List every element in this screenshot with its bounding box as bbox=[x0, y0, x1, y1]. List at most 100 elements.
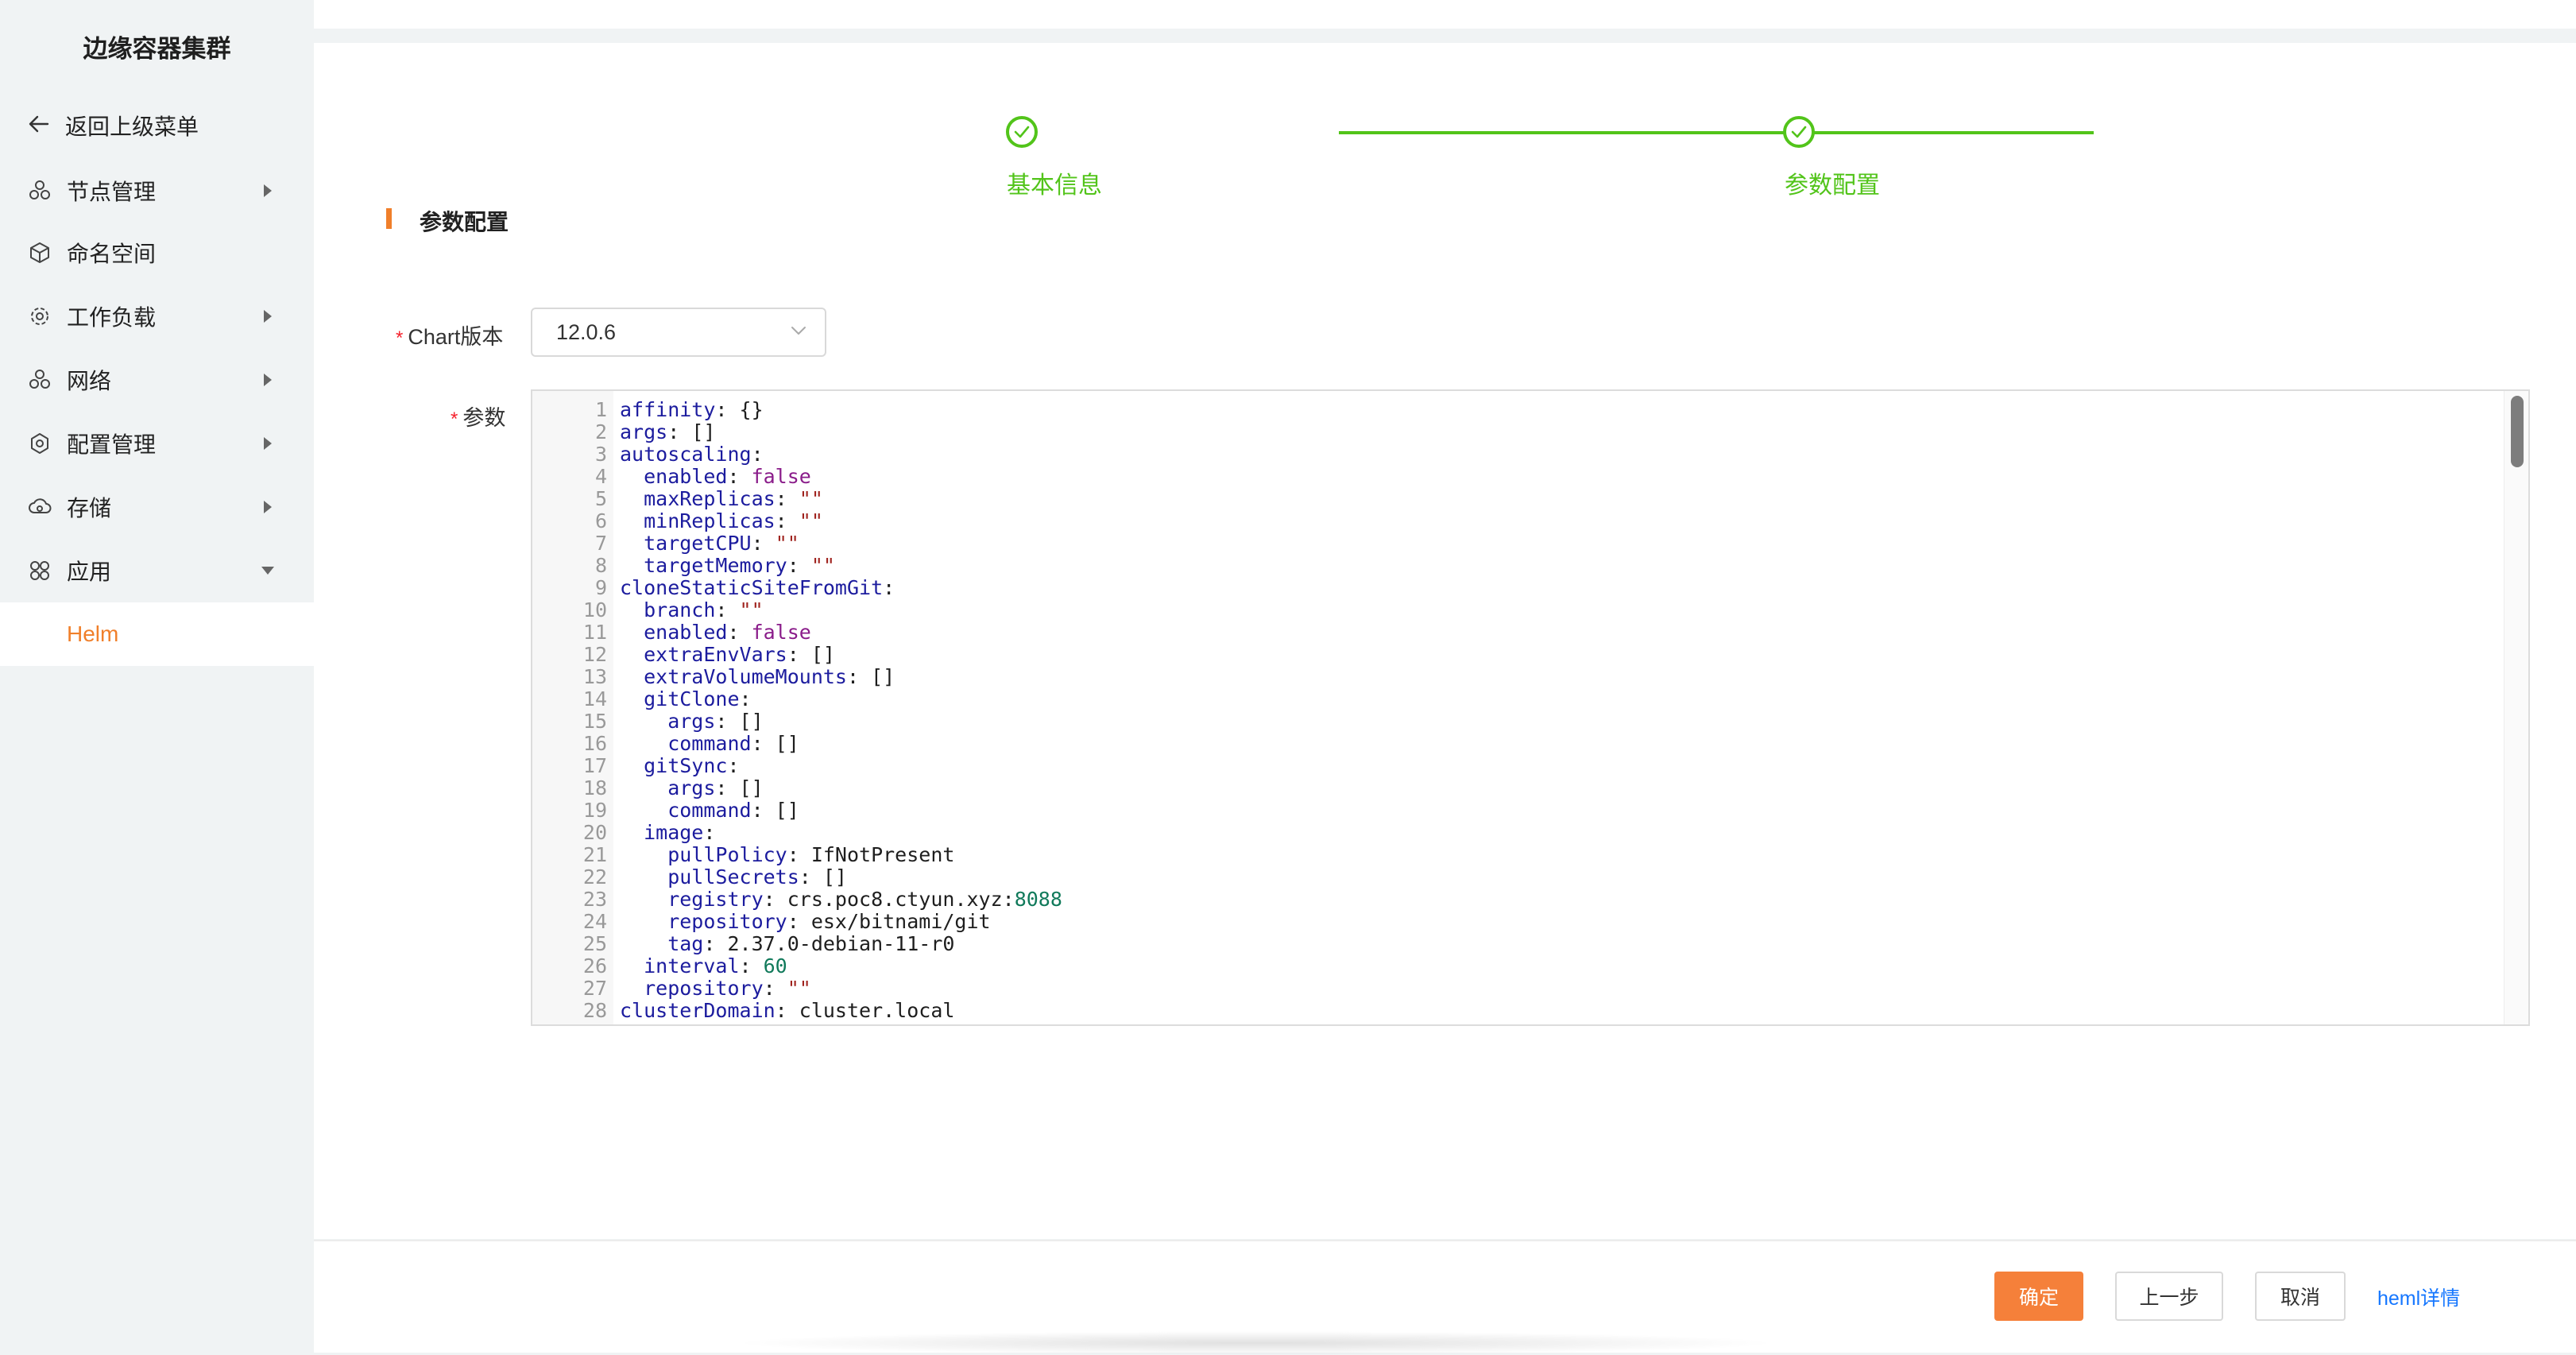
step-2-label: 参数配置 bbox=[1785, 172, 1880, 199]
code-token: : bbox=[715, 598, 740, 621]
section-title: 参数配置 bbox=[420, 210, 509, 234]
code-token: : bbox=[883, 576, 895, 599]
line-number: 7 bbox=[594, 532, 607, 555]
line-text: args: [] bbox=[620, 776, 763, 799]
code-line: 9 cloneStaticSiteFromGit: bbox=[532, 577, 2503, 599]
code-token: gitSync bbox=[620, 754, 728, 777]
sidebar-item-namespaces[interactable]: 命名空间 bbox=[0, 229, 314, 277]
prev-step-button[interactable]: 上一步 bbox=[2115, 1272, 2223, 1321]
code-token: 60 bbox=[763, 954, 787, 978]
code-token: false bbox=[751, 465, 811, 488]
editor-scroll-thumb[interactable] bbox=[2511, 396, 2524, 467]
code-token: args bbox=[620, 776, 716, 799]
line-number: 19 bbox=[582, 799, 607, 822]
code-token: affinity bbox=[620, 398, 716, 421]
code-token: : crs.poc8.ctyun.xyz: bbox=[763, 888, 1015, 911]
sidebar-title: 边缘容器集群 bbox=[83, 35, 231, 63]
gear-cluster-icon bbox=[27, 304, 52, 329]
code-token: : cluster.local bbox=[775, 999, 955, 1022]
helm-details-link[interactable]: heml详情 bbox=[2377, 1283, 2460, 1311]
code-token: registry bbox=[620, 888, 764, 911]
line-text: pullSecrets: [] bbox=[620, 866, 847, 888]
line-text: command: [] bbox=[620, 733, 799, 755]
line-number: 2 bbox=[594, 420, 607, 443]
line-text: cloneStaticSiteFromGit: bbox=[620, 577, 895, 599]
line-number: 21 bbox=[582, 843, 607, 866]
code-token: pullPolicy bbox=[620, 843, 787, 866]
code-token: extraVolumeMounts bbox=[620, 665, 847, 688]
code-line: 15 args: [] bbox=[532, 710, 2503, 733]
code-token: pullSecrets bbox=[620, 865, 799, 888]
sidebar-item-storage[interactable]: 存储 bbox=[0, 483, 314, 531]
code-line: 20 image: bbox=[532, 822, 2503, 844]
params-code-editor[interactable]: 1 affinity: {} 2 args: [] 3 autoscaling: 4 ena… bbox=[531, 389, 2530, 1026]
sidebar-item-network[interactable]: 网络 bbox=[0, 356, 314, 404]
code-token: command bbox=[620, 732, 752, 755]
code-token: : 2.37.0-debian-11-r0 bbox=[703, 932, 955, 955]
check-icon bbox=[1014, 126, 1030, 138]
line-number: 20 bbox=[582, 821, 607, 844]
line-number: 9 bbox=[594, 576, 607, 599]
confirm-button[interactable]: 确定 bbox=[1994, 1272, 2083, 1321]
code-token: : bbox=[751, 532, 776, 555]
network-icon bbox=[27, 367, 52, 393]
sidebar-item-apps[interactable]: 应用 bbox=[0, 547, 314, 594]
code-line: 14 gitClone: bbox=[532, 688, 2503, 710]
line-text: extraEnvVars: [] bbox=[620, 644, 835, 666]
sidebar-item-label: 存储 bbox=[67, 496, 112, 521]
cluster-icon bbox=[27, 178, 52, 203]
code-line: 6 minReplicas: "" bbox=[532, 510, 2503, 532]
code-token: : bbox=[751, 443, 764, 466]
chart-version-select[interactable]: 12.0.6 bbox=[531, 308, 826, 357]
code-token: 8088 bbox=[1014, 888, 1062, 911]
code-line: 26 interval: 60 bbox=[532, 955, 2503, 978]
sidebar-subitem-helm[interactable]: Helm bbox=[0, 602, 314, 666]
sidebar-item-label: 命名空间 bbox=[67, 242, 157, 266]
code-token: : esx/bitnami/git bbox=[787, 910, 991, 933]
steps-connector bbox=[1339, 131, 2094, 134]
code-token: command bbox=[620, 799, 752, 822]
line-text: repository: "" bbox=[620, 978, 811, 1000]
code-token: "" bbox=[799, 509, 823, 532]
code-token: : [] bbox=[751, 799, 799, 822]
code-token: tag bbox=[620, 932, 704, 955]
back-to-parent-menu[interactable]: 返回上级菜单 bbox=[29, 110, 199, 141]
code-token: : bbox=[739, 954, 764, 978]
line-text: image: bbox=[620, 822, 715, 844]
footer-shadow bbox=[731, 1331, 1780, 1355]
sidebar-item-label: 应用 bbox=[67, 559, 112, 584]
code-line: 5 maxReplicas: "" bbox=[532, 488, 2503, 510]
code-token: args bbox=[620, 710, 716, 733]
code-line: 8 targetMemory: "" bbox=[532, 555, 2503, 577]
cancel-button[interactable]: 取消 bbox=[2255, 1272, 2346, 1321]
top-header-strip bbox=[314, 0, 2576, 29]
sidebar-item-nodes[interactable]: 节点管理 bbox=[0, 167, 314, 215]
line-number: 6 bbox=[594, 509, 607, 532]
code-line: 4 enabled: false bbox=[532, 466, 2503, 488]
code-token: : bbox=[775, 509, 799, 532]
line-text: interval: 60 bbox=[620, 955, 787, 978]
line-text: args: [] bbox=[620, 710, 763, 733]
sidebar-item-workloads[interactable]: 工作负载 bbox=[0, 292, 314, 340]
code-line: 3 autoscaling: bbox=[532, 443, 2503, 466]
caret-right-icon bbox=[264, 184, 272, 197]
code-token: : [] bbox=[799, 865, 847, 888]
cloud-storage-icon bbox=[27, 494, 52, 520]
code-token: clusterDomain bbox=[620, 999, 776, 1022]
code-line: 12 extraEnvVars: [] bbox=[532, 644, 2503, 666]
editor-scrollbar[interactable] bbox=[2504, 391, 2528, 1024]
code-token: args bbox=[620, 420, 668, 443]
code-token: : IfNotPresent bbox=[787, 843, 955, 866]
line-text: enabled: false bbox=[620, 466, 811, 488]
sidebar-item-config[interactable]: 配置管理 bbox=[0, 420, 314, 467]
line-text: gitClone: bbox=[620, 688, 751, 710]
code-line: 17 gitSync: bbox=[532, 755, 2503, 777]
params-label: * 参数 bbox=[451, 406, 506, 430]
line-number: 12 bbox=[582, 643, 607, 666]
step-1-done bbox=[1006, 116, 1038, 148]
code-token: "" bbox=[787, 977, 811, 1000]
caret-right-icon bbox=[264, 310, 272, 323]
code-token: : bbox=[775, 487, 799, 510]
code-line: 1 affinity: {} bbox=[532, 399, 2503, 421]
code-token: targetMemory bbox=[620, 554, 787, 577]
